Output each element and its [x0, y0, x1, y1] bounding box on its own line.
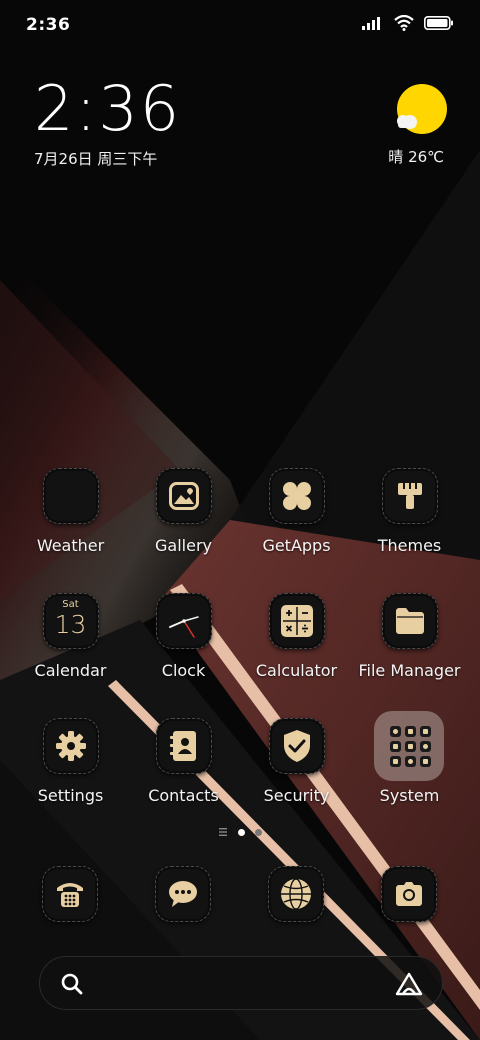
browser-icon	[268, 866, 324, 922]
app-calculator[interactable]: Calculator	[240, 593, 353, 680]
app-label: Settings	[37, 786, 104, 805]
app-gallery[interactable]: Gallery	[127, 468, 240, 555]
page-dot-active	[238, 828, 245, 836]
status-icons	[362, 15, 454, 31]
sun-cloud-icon	[397, 84, 447, 134]
app-security[interactable]: Security	[240, 718, 353, 805]
dock-camera[interactable]	[381, 866, 437, 922]
dock-browser[interactable]	[268, 866, 324, 922]
search-bar[interactable]	[39, 956, 443, 1010]
app-label: Contacts	[148, 786, 219, 805]
page-dot	[255, 828, 262, 836]
app-label: Calculator	[255, 661, 338, 680]
folder-icon	[381, 593, 438, 649]
contacts-icon	[155, 718, 212, 774]
gallery-icon	[155, 468, 212, 524]
wifi-icon	[394, 15, 414, 31]
app-clock[interactable]: Clock	[127, 593, 240, 680]
app-label: Themes	[377, 536, 442, 555]
clock-widget[interactable]: 2:36 7月26日 周三下午	[34, 78, 181, 169]
battery-icon	[424, 16, 453, 30]
dock-messages[interactable]	[155, 866, 211, 922]
app-label: File Manager	[358, 661, 461, 680]
app-getapps[interactable]: GetApps	[240, 468, 353, 555]
menu-lines-icon	[219, 828, 227, 836]
themes-brush-icon	[381, 468, 438, 524]
app-label: Gallery	[155, 536, 212, 555]
gear-icon	[42, 718, 99, 774]
app-label: Weather	[36, 536, 105, 555]
app-settings[interactable]: Settings	[14, 718, 127, 805]
app-folder-system[interactable]: System	[353, 718, 466, 805]
app-themes[interactable]: Themes	[353, 468, 466, 555]
app-label: Calendar	[34, 661, 107, 680]
getapps-icon	[268, 468, 325, 524]
weather-summary: 晴 26℃	[388, 148, 444, 166]
widget-date: 7月26日 周三下午	[34, 150, 158, 168]
calculator-icon	[268, 593, 325, 649]
app-label: GetApps	[262, 536, 331, 555]
calendar-icon: Sat 13	[42, 593, 99, 649]
app-calendar[interactable]: Sat 13 Calendar	[14, 593, 127, 680]
status-bar: 2:36	[0, 0, 480, 50]
calendar-day-name: Sat	[62, 599, 79, 610]
app-label: Security	[263, 786, 330, 805]
assistant-icon[interactable]	[394, 972, 424, 996]
messages-icon	[155, 866, 211, 922]
widget-time: 2:36	[34, 72, 182, 145]
app-weather[interactable]: Weather	[14, 468, 127, 555]
app-contacts[interactable]: Contacts	[127, 718, 240, 805]
search-icon[interactable]	[60, 972, 84, 996]
shield-check-icon	[268, 718, 325, 774]
app-folder-icon	[382, 718, 438, 774]
calendar-day-number: 13	[54, 610, 87, 639]
page-indicator[interactable]	[0, 828, 480, 836]
app-label: System	[379, 786, 440, 805]
status-time: 2:36	[26, 15, 71, 35]
dock-phone[interactable]	[42, 866, 98, 922]
phone-icon	[42, 866, 98, 922]
clock-icon	[155, 593, 212, 649]
signal-icon	[362, 17, 380, 30]
app-label: Clock	[161, 661, 206, 680]
camera-icon	[381, 866, 437, 922]
app-file-manager[interactable]: File Manager	[353, 593, 466, 680]
weather-icon	[42, 468, 99, 524]
